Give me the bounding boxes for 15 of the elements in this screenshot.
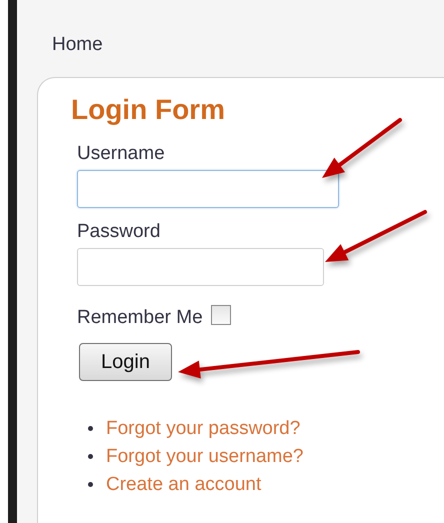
link[interactable]: Forgot your username?	[106, 445, 304, 468]
link[interactable]: Forgot your password?	[106, 417, 300, 440]
login-button[interactable]: Login	[79, 343, 172, 381]
breadcrumb-link[interactable]: Home	[52, 34, 103, 55]
form-title: Login Form	[71, 96, 225, 124]
input-field[interactable]	[77, 170, 339, 208]
field-label: Password	[77, 222, 160, 241]
remember-me-label: Remember Me	[77, 308, 203, 327]
field-label: Username	[77, 144, 165, 163]
bullet-icon	[88, 426, 93, 431]
bullet-icon	[88, 482, 93, 487]
remember-me-checkbox[interactable]	[210, 304, 231, 324]
bullet-icon	[88, 454, 93, 459]
link[interactable]: Create an account	[106, 473, 262, 496]
input-field[interactable]	[77, 248, 324, 286]
